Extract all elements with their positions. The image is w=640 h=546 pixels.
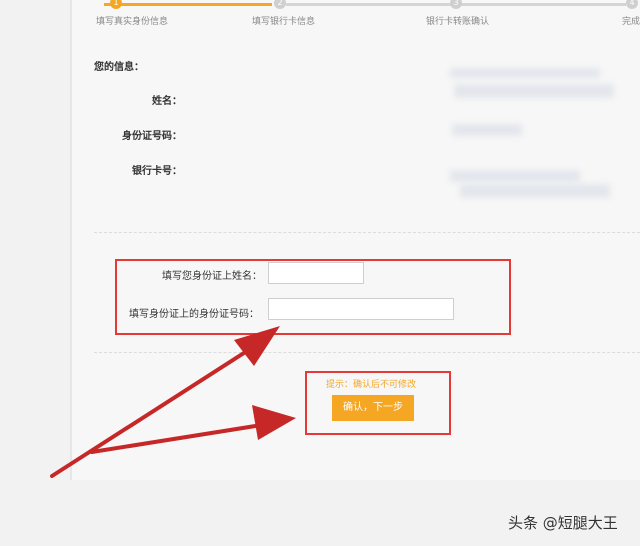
step-1-label: 填写真实身份信息 [96, 17, 169, 27]
step-3-indicator: 3 [450, 0, 462, 9]
bank-card-label: 银行卡号： [132, 166, 182, 177]
button-highlight-box [305, 371, 451, 435]
step-1-indicator: 1 [110, 0, 122, 9]
step-4-indicator: 4 [626, 0, 638, 9]
progress-stepper: 1 填写真实身份信息 2 填写银行卡信息 3 银行卡转账确认 4 完成 [0, 0, 640, 30]
panel-edge [70, 0, 72, 480]
form-divider [94, 352, 640, 353]
step-4-label: 完成 [622, 17, 640, 27]
section-divider [94, 232, 640, 233]
name-label: 姓名： [152, 96, 182, 107]
id-number-label: 身份证号码： [122, 131, 182, 142]
stepper-progress-line [104, 3, 272, 6]
form-highlight-box [115, 259, 511, 335]
step-2-label: 填写银行卡信息 [252, 17, 316, 27]
step-3-label: 银行卡转账确认 [426, 17, 490, 27]
blurred-user-info [440, 60, 620, 210]
step-2-indicator: 2 [274, 0, 286, 9]
watermark: 头条 @短腿大王 [508, 514, 618, 532]
info-section-title: 您的信息： [94, 62, 144, 73]
